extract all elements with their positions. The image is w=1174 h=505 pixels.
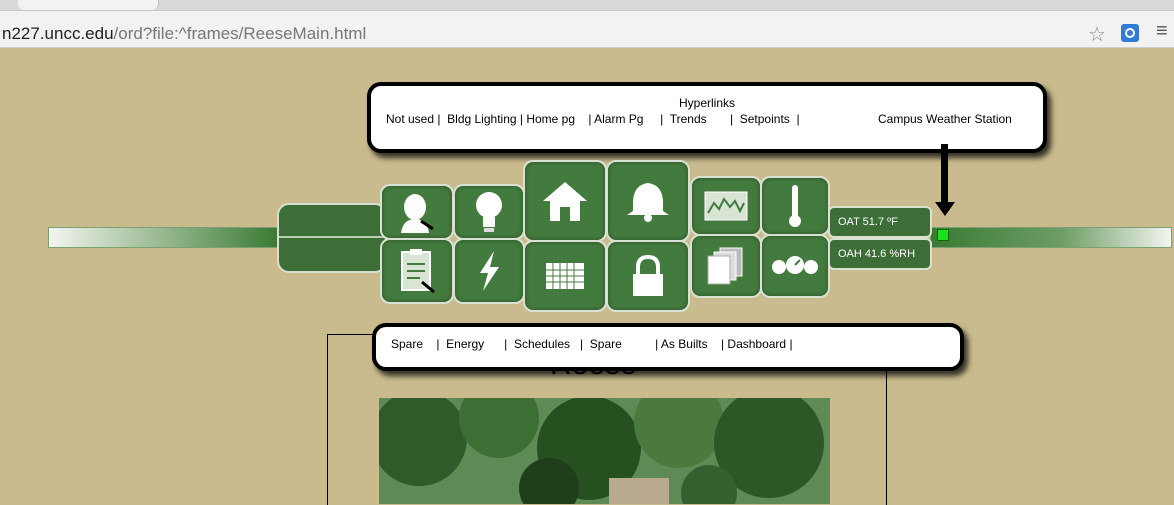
lightning-icon: [474, 249, 504, 293]
panel-divider: [279, 236, 385, 238]
browser-chrome: n227.uncc.edu/ord?file:^frames/ReeseMain…: [0, 0, 1174, 48]
status-indicator: [937, 229, 949, 241]
alarm-page-button[interactable]: [606, 160, 690, 242]
url-host: n227.uncc.edu: [2, 24, 114, 43]
hyperlinks-callout: Hyperlinks Not used | Bldg Lighting | Ho…: [367, 82, 1047, 153]
trends-button[interactable]: [690, 176, 762, 236]
schedules-button[interactable]: [523, 240, 607, 312]
blank-panel: [277, 203, 387, 273]
bell-icon: [625, 179, 671, 223]
page-content: Hyperlinks Not used | Bldg Lighting | Ho…: [0, 48, 1174, 505]
trend-graph-icon: [704, 191, 748, 221]
energy-button[interactable]: [453, 238, 525, 304]
tab-strip: [0, 0, 1174, 11]
oat-readout: OAT 51.7 ºF: [828, 206, 932, 238]
campus-weather-link[interactable]: Campus Weather Station: [878, 112, 1012, 126]
extension-icon[interactable]: [1121, 24, 1139, 42]
browser-tab[interactable]: [18, 0, 159, 10]
building-photo: [379, 398, 830, 504]
as-builts-button[interactable]: [690, 234, 762, 298]
home-page-button[interactable]: [523, 160, 607, 242]
address-bar[interactable]: n227.uncc.edu/ord?file:^frames/ReeseMain…: [0, 21, 1072, 46]
url-path: /ord?file:^frames/ReeseMain.html: [113, 24, 367, 43]
not-used-button[interactable]: [380, 184, 454, 240]
hyperlinks-title: Hyperlinks: [678, 96, 735, 110]
documents-icon: [706, 246, 746, 286]
bldg-lighting-button[interactable]: [453, 184, 525, 240]
bottom-links-row: Spare | Energy | Schedules | Spare | As …: [391, 337, 793, 351]
clipboard-icon: [398, 248, 436, 294]
star-icon[interactable]: ☆: [1088, 22, 1106, 47]
lightbulb-icon: [474, 190, 504, 234]
thermometer-icon: [785, 183, 805, 229]
top-links-row: Not used | Bldg Lighting | Home pg | Ala…: [386, 112, 800, 126]
spare-button-2[interactable]: [606, 240, 690, 312]
person-icon: [395, 191, 439, 233]
setpoints-button[interactable]: [760, 176, 830, 236]
home-icon: [540, 179, 590, 223]
spare-button-1[interactable]: [380, 238, 454, 304]
padlock-icon: [628, 254, 668, 298]
oah-readout: OAH 41.6 %RH: [828, 238, 932, 270]
gauges-icon: [770, 254, 820, 278]
dashboard-button[interactable]: [760, 234, 830, 298]
left-gradient-bar: [48, 227, 280, 248]
bottom-links-callout: Spare | Energy | Schedules | Spare | As …: [372, 323, 964, 371]
calendar-grid-icon: [545, 262, 585, 290]
menu-icon[interactable]: ≡: [1156, 20, 1168, 43]
callout-arrow: [941, 144, 948, 204]
right-gradient-bar: [930, 227, 1172, 248]
arrow-head: [935, 202, 955, 216]
